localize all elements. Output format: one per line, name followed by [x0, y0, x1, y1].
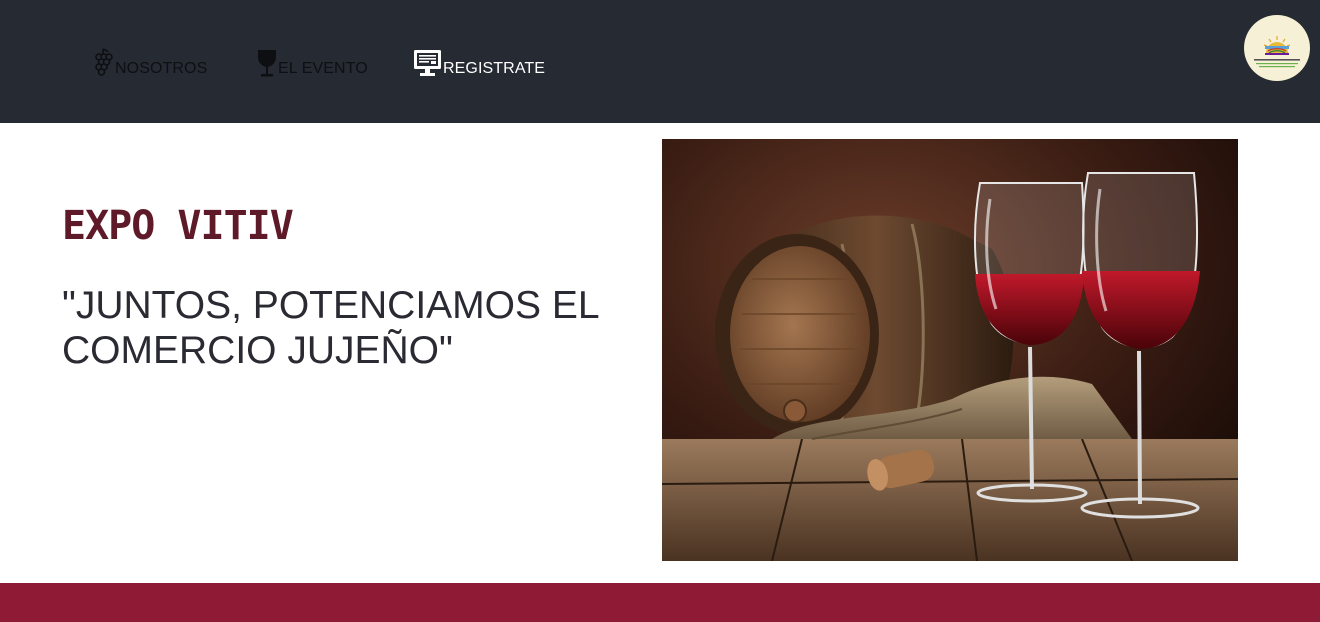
footer-band	[0, 583, 1320, 622]
page-title: EXPO VITIV	[62, 203, 294, 249]
wine-glass-icon	[256, 48, 278, 78]
grapes-icon	[93, 48, 115, 78]
nav-label-el-evento: EL EVENTO	[278, 60, 368, 77]
nav-label-registrate: REGISTRATE	[443, 60, 546, 77]
gobierno-de-jujuy-logo[interactable]	[1244, 15, 1310, 81]
nav-label-nosotros: NOSOTROS	[115, 60, 208, 77]
wine-barrel-and-glasses-photo	[662, 139, 1238, 561]
hero-slogan: "JUNTOS, POTENCIAMOS EL COMERCIO JUJEÑO"	[62, 284, 599, 372]
top-navbar: NOSOTROS EL EVENTO REGISTRATE	[0, 0, 1320, 123]
computer-icon	[413, 48, 443, 78]
nav-item-nosotros[interactable]: NOSOTROS	[93, 48, 207, 78]
nav-item-el-evento[interactable]: EL EVENTO	[256, 48, 368, 78]
nav-item-registrate[interactable]: REGISTRATE	[413, 48, 545, 78]
